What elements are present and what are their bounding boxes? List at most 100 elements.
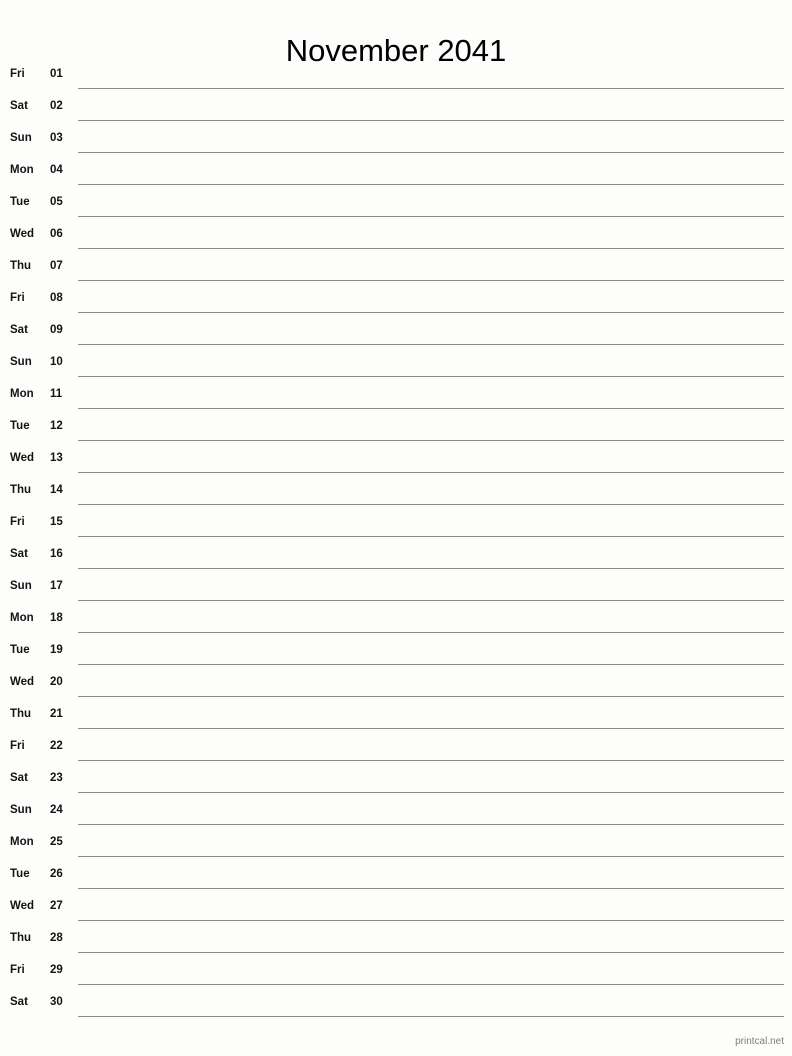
day-writing-line[interactable]: [78, 888, 784, 889]
day-writing-line[interactable]: [78, 216, 784, 217]
day-writing-line[interactable]: [78, 984, 784, 985]
day-row[interactable]: Tue 12: [0, 412, 792, 444]
day-row[interactable]: Wed 06: [0, 220, 792, 252]
day-weekday-label: Wed: [10, 228, 35, 240]
day-weekday-label: Thu: [10, 932, 32, 944]
day-number-label: 01: [50, 68, 63, 80]
day-writing-line[interactable]: [78, 664, 784, 665]
day-row[interactable]: Thu 14: [0, 476, 792, 508]
day-row[interactable]: Sat 30: [0, 988, 792, 1020]
day-writing-line[interactable]: [78, 152, 784, 153]
day-number-label: 02: [50, 100, 63, 112]
day-row[interactable]: Sat 09: [0, 316, 792, 348]
day-writing-line[interactable]: [78, 536, 784, 537]
day-row[interactable]: Thu 07: [0, 252, 792, 284]
day-writing-line[interactable]: [78, 344, 784, 345]
day-row[interactable]: Fri 29: [0, 956, 792, 988]
day-weekday-label: Sat: [10, 324, 28, 336]
day-writing-line[interactable]: [78, 248, 784, 249]
day-row[interactable]: Sat 23: [0, 764, 792, 796]
day-weekday-label: Mon: [10, 164, 34, 176]
day-writing-line[interactable]: [78, 440, 784, 441]
day-row[interactable]: Mon 18: [0, 604, 792, 636]
day-writing-line[interactable]: [78, 824, 784, 825]
day-weekday-label: Fri: [10, 68, 25, 80]
day-writing-line[interactable]: [78, 792, 784, 793]
day-row[interactable]: Fri 22: [0, 732, 792, 764]
day-row[interactable]: Wed 13: [0, 444, 792, 476]
day-weekday-label: Sun: [10, 356, 32, 368]
day-number-label: 09: [50, 324, 63, 336]
day-weekday-label: Fri: [10, 516, 25, 528]
day-row[interactable]: Mon 11: [0, 380, 792, 412]
day-writing-line[interactable]: [78, 760, 784, 761]
day-weekday-label: Wed: [10, 676, 35, 688]
day-writing-line[interactable]: [78, 632, 784, 633]
day-row[interactable]: Tue 05: [0, 188, 792, 220]
day-number-label: 15: [50, 516, 63, 528]
day-number-label: 25: [50, 836, 63, 848]
footer-watermark: printcal.net: [735, 1036, 784, 1047]
day-writing-line[interactable]: [78, 312, 784, 313]
day-number-label: 20: [50, 676, 63, 688]
day-weekday-label: Sun: [10, 580, 32, 592]
day-row[interactable]: Sun 10: [0, 348, 792, 380]
day-number-label: 23: [50, 772, 63, 784]
day-weekday-label: Mon: [10, 612, 34, 624]
day-writing-line[interactable]: [78, 184, 784, 185]
day-row[interactable]: Sun 03: [0, 124, 792, 156]
day-weekday-label: Wed: [10, 900, 35, 912]
day-writing-line[interactable]: [78, 504, 784, 505]
day-weekday-label: Fri: [10, 740, 25, 752]
day-writing-line[interactable]: [78, 472, 784, 473]
day-number-label: 14: [50, 484, 63, 496]
day-writing-line[interactable]: [78, 856, 784, 857]
day-row[interactable]: Thu 21: [0, 700, 792, 732]
day-writing-line[interactable]: [78, 920, 784, 921]
day-writing-line[interactable]: [78, 696, 784, 697]
day-row-list: Fri 01 Sat 02 Sun 03 Mon 04 Tue 05 Wed 06 Thu 07 Fri 08…: [0, 60, 792, 1020]
day-number-label: 30: [50, 996, 63, 1008]
day-writing-line[interactable]: [78, 600, 784, 601]
day-number-label: 19: [50, 644, 63, 656]
day-row[interactable]: Fri 15: [0, 508, 792, 540]
day-row[interactable]: Mon 25: [0, 828, 792, 860]
day-number-label: 08: [50, 292, 63, 304]
day-row[interactable]: Sat 02: [0, 92, 792, 124]
day-writing-line[interactable]: [78, 376, 784, 377]
day-writing-line[interactable]: [78, 88, 784, 89]
day-row[interactable]: Wed 27: [0, 892, 792, 924]
day-number-label: 11: [50, 388, 63, 400]
day-row[interactable]: Fri 01: [0, 60, 792, 92]
day-writing-line[interactable]: [78, 952, 784, 953]
day-number-label: 29: [50, 964, 63, 976]
day-writing-line[interactable]: [78, 728, 784, 729]
day-number-label: 22: [50, 740, 63, 752]
day-row[interactable]: Wed 20: [0, 668, 792, 700]
day-row[interactable]: Sat 16: [0, 540, 792, 572]
day-number-label: 05: [50, 196, 63, 208]
day-number-label: 03: [50, 132, 63, 144]
day-weekday-label: Fri: [10, 292, 25, 304]
day-row[interactable]: Fri 08: [0, 284, 792, 316]
day-number-label: 10: [50, 356, 63, 368]
day-number-label: 18: [50, 612, 63, 624]
day-row[interactable]: Sun 24: [0, 796, 792, 828]
day-writing-line[interactable]: [78, 120, 784, 121]
day-weekday-label: Sun: [10, 132, 32, 144]
day-row[interactable]: Tue 26: [0, 860, 792, 892]
day-row[interactable]: Sun 17: [0, 572, 792, 604]
day-row[interactable]: Tue 19: [0, 636, 792, 668]
day-number-label: 16: [50, 548, 63, 560]
day-number-label: 06: [50, 228, 63, 240]
day-number-label: 24: [50, 804, 63, 816]
day-weekday-label: Fri: [10, 964, 25, 976]
day-writing-line[interactable]: [78, 1016, 784, 1017]
day-number-label: 17: [50, 580, 63, 592]
day-weekday-label: Sun: [10, 804, 32, 816]
day-row[interactable]: Thu 28: [0, 924, 792, 956]
day-writing-line[interactable]: [78, 408, 784, 409]
day-row[interactable]: Mon 04: [0, 156, 792, 188]
day-writing-line[interactable]: [78, 568, 784, 569]
day-writing-line[interactable]: [78, 280, 784, 281]
